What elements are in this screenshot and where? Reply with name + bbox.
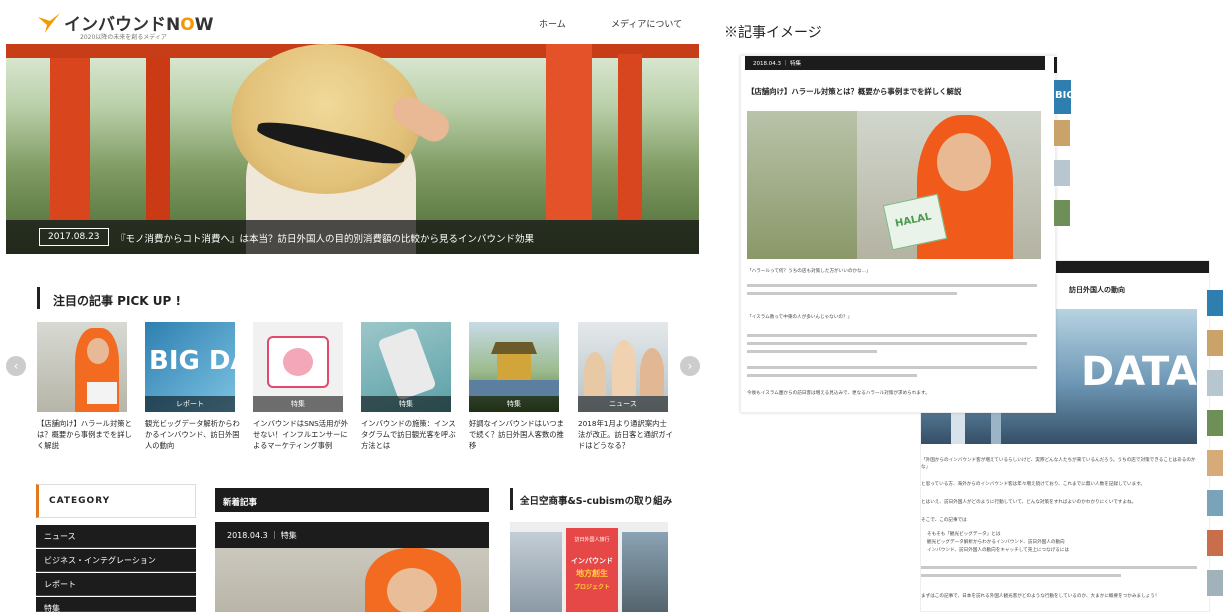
- hero-title[interactable]: 『モノ消費からコト消費へ』は本当？訪日外国人の目的別消費額の比較から見るインバウ…: [116, 231, 534, 245]
- category-heading-box: CATEGORY: [36, 484, 196, 518]
- pickup-card-title[interactable]: 好調なインバウンドはいつまで続く？訪日外国人客数の推移: [469, 418, 565, 451]
- pickup-card-title[interactable]: インバウンドの施策：インスタグラムで訪日観光客を呼ぶ方法とは: [361, 418, 457, 451]
- category-item[interactable]: 特集: [36, 597, 196, 612]
- bigdata-text: BIG DATA: [149, 346, 235, 376]
- category-item[interactable]: ニュース: [36, 525, 196, 548]
- ana-bar: [510, 488, 513, 510]
- pickup-card-image[interactable]: 特集: [253, 322, 343, 412]
- pickup-card-title[interactable]: 観光ビッグデータ解析からわかるインバウンド、訪日外国人の動向: [145, 418, 241, 451]
- nav-about[interactable]: メディアについて: [611, 17, 682, 30]
- pickup-prev-button[interactable]: ‹: [6, 356, 26, 376]
- pickup-card-tag: 特集: [469, 396, 559, 412]
- pickup-card-image[interactable]: 特集: [361, 322, 451, 412]
- pickup-card-image[interactable]: ニュース: [578, 322, 668, 412]
- new-articles-heading: 新着記事: [215, 488, 489, 512]
- sidebar-thumb-bigdata: BIG: [1054, 80, 1071, 114]
- chevron-right-icon: ›: [687, 359, 693, 373]
- pickup-bar: [37, 287, 40, 309]
- pickup-card-title[interactable]: 【店舗向け】ハラール対策とは？概要から事例までを詳しく解説: [37, 418, 133, 451]
- ana-banner[interactable]: 訪日外国人旅行 インバウンド 地方創生 プロジェクト: [510, 522, 668, 612]
- pickup-card-image[interactable]: BIG DATA レポート: [145, 322, 235, 412]
- new-article-image[interactable]: 2018.04.3 ｜ 特集: [215, 522, 489, 612]
- ana-heading: 全日空商事&S-cubismの取り組み: [520, 496, 673, 507]
- pickup-card-image[interactable]: 特集: [469, 322, 559, 412]
- hero-slider[interactable]: 2017.08.23 『モノ消費からコト消費へ』は本当？訪日外国人の目的別消費額…: [6, 44, 699, 254]
- sample-label: ※記事イメージ: [724, 25, 822, 41]
- pickup-card-title[interactable]: インバウンドはSNS活用が外せない！インフルエンサーによるマーケティング事例: [253, 418, 349, 451]
- pickup-card-tag: 特集: [253, 396, 343, 412]
- site-logo[interactable]: インバウンドNOW 2020以降の未来を創るメディア: [38, 10, 218, 41]
- pickup-card-tag: ニュース: [578, 396, 668, 412]
- pickup-card-tag: レポート: [145, 396, 235, 412]
- pickup-card-tag: 特集: [361, 396, 451, 412]
- nav-home[interactable]: ホーム: [539, 17, 566, 30]
- sample-article-1: 2018.04.3 ｜ 特集 【店舗向け】ハラール対策とは？概要から事例までを詳…: [740, 55, 1056, 413]
- logo-subtitle: 2020以降の未来を創るメディア: [80, 34, 167, 41]
- pickup-heading: 注目の記事 PICK UP !: [53, 294, 181, 308]
- category-heading: CATEGORY: [49, 496, 111, 506]
- hero-date: 2017.08.23: [39, 228, 109, 246]
- pickup-card-image[interactable]: [37, 322, 127, 412]
- new-article-meta: 2018.04.3 ｜ 特集: [227, 531, 297, 540]
- category-item[interactable]: ビジネス・インテグレーション: [36, 549, 196, 572]
- category-item[interactable]: レポート: [36, 573, 196, 596]
- sample-article-title: 【店舗向け】ハラール対策とは？概要から事例までを詳しく解説: [747, 87, 962, 96]
- pickup-card-title[interactable]: 2018年1月より通訳案内士法が改正。訪日客と通訳ガイドはどうなる？: [578, 418, 674, 451]
- bird-logo-icon: [38, 13, 60, 33]
- pickup-next-button[interactable]: ›: [680, 356, 700, 376]
- chevron-left-icon: ‹: [13, 359, 19, 373]
- hero-hat: [231, 44, 421, 194]
